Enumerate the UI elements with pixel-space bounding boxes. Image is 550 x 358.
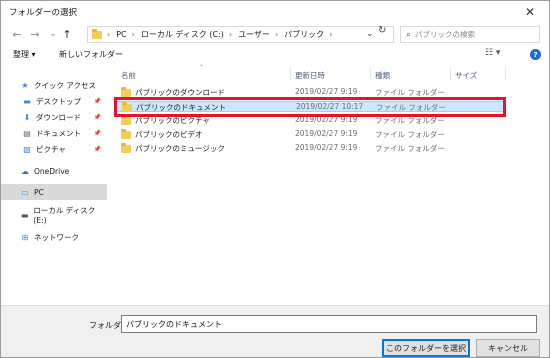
navigation-pane: ★ クイック アクセス ▬ デスクトップ 📌 ⬇ ダウンロード 📌 ▤ ドキュメ… — [1, 65, 107, 305]
breadcrumb-separator[interactable]: › — [275, 30, 278, 39]
nav-item-label: PC — [34, 187, 44, 197]
breadcrumb-public[interactable]: パブリック — [284, 29, 324, 40]
drive-icon: ▬ — [20, 210, 29, 220]
breadcrumb-separator[interactable]: › — [229, 30, 232, 39]
pin-icon[interactable]: 📌 — [94, 146, 101, 153]
sort-ascending-icon: ⌃ — [199, 64, 205, 71]
cloud-icon: ☁ — [21, 166, 29, 176]
file-name: パブリックのミュージック — [135, 144, 225, 153]
breadcrumb-separator[interactable]: › — [329, 30, 332, 39]
window-title: フォルダーの選択 — [9, 8, 78, 18]
close-icon[interactable]: ✕ — [517, 3, 543, 21]
nav-item-pc[interactable]: ▭ PC — [1, 184, 107, 200]
folder-picker-dialog: フォルダーの選択 ✕ ← → ⌄ ↑ › PC › ローカル ディスク (C:)… — [0, 0, 550, 358]
breadcrumb-separator: › — [107, 30, 111, 39]
title-bar: フォルダーの選択 ✕ — [1, 1, 549, 23]
pin-icon[interactable]: 📌 — [94, 98, 101, 105]
address-bar[interactable]: › PC › ローカル ディスク (C:) › ユーザー › パブリック › ⌄ — [87, 26, 394, 43]
column-name[interactable]: 名前 — [121, 70, 136, 81]
change-view-icon[interactable]: ☷ ▾ — [485, 48, 500, 58]
nav-item-label: OneDrive — [34, 166, 70, 176]
up-arrow-icon[interactable]: ↑ — [60, 27, 74, 41]
file-row-videos[interactable]: パブリックのビデオ 2019/02/27 9:19 ファイル フォルダー — [115, 129, 505, 140]
document-icon: ▤ — [23, 128, 31, 138]
nav-item-label: ピクチャ — [36, 144, 66, 154]
select-folder-button[interactable]: このフォルダーを選択 — [382, 339, 470, 357]
folder-icon — [92, 28, 102, 39]
recent-locations-chevron-icon[interactable]: ⌄ — [46, 27, 60, 41]
file-type: ファイル フォルダー — [375, 144, 445, 153]
nav-item-pictures[interactable]: ▨ ピクチャ 📌 — [1, 141, 107, 157]
nav-item-onedrive[interactable]: ☁ OneDrive — [1, 163, 107, 179]
search-box[interactable]: ⌕ — [400, 26, 540, 43]
selection-highlight-frame — [114, 97, 506, 117]
desktop-icon: ▬ — [23, 96, 31, 106]
file-name: パブリックのビデオ — [135, 130, 203, 139]
new-folder-button[interactable]: 新しいフォルダー — [59, 49, 123, 60]
nav-item-label: ネットワーク — [34, 232, 79, 242]
search-input[interactable] — [415, 30, 526, 39]
back-arrow-icon[interactable]: ← — [10, 27, 24, 41]
folder-icon — [121, 129, 131, 139]
dialog-footer: フォルダー: このフォルダーを選択 キャンセル — [1, 305, 549, 357]
nav-item-label: ダウンロード — [36, 112, 81, 122]
breadcrumb-pc[interactable]: PC — [116, 30, 126, 39]
command-bar: 整理 ▾ 新しいフォルダー ☷ ▾ ? — [1, 45, 549, 65]
nav-item-label: ドキュメント — [36, 128, 81, 138]
nav-item-network[interactable]: ⊞ ネットワーク — [1, 229, 107, 245]
star-icon: ★ — [21, 80, 29, 90]
folder-icon — [121, 87, 131, 97]
download-icon: ⬇ — [23, 112, 31, 122]
pin-icon[interactable]: 📌 — [94, 114, 101, 121]
nav-item-label: ローカル ディスク (E:) — [33, 206, 96, 225]
address-row: ← → ⌄ ↑ › PC › ローカル ディスク (C:) › ユーザー › パ… — [1, 23, 549, 45]
folder-name-field[interactable] — [121, 315, 537, 333]
column-header: 名前 ⌃ 更新日時 種類 サイズ — [107, 64, 527, 83]
pin-icon[interactable]: 📌 — [94, 130, 101, 137]
file-date: 2019/02/27 9:19 — [295, 87, 358, 96]
organize-button[interactable]: 整理 ▾ — [13, 49, 36, 60]
folder-icon — [121, 115, 131, 125]
nav-item-desktop[interactable]: ▬ デスクトップ 📌 — [1, 93, 107, 109]
forward-arrow-icon[interactable]: → — [28, 27, 42, 41]
nav-item-downloads[interactable]: ⬇ ダウンロード 📌 — [1, 109, 107, 125]
folder-icon — [121, 143, 131, 153]
cancel-button[interactable]: キャンセル — [476, 339, 540, 357]
refresh-icon[interactable]: ↻ — [378, 25, 386, 36]
search-icon: ⌕ — [406, 29, 412, 40]
column-divider[interactable] — [290, 67, 291, 81]
breadcrumb-users[interactable]: ユーザー — [238, 29, 270, 40]
file-date: 2019/02/27 9:19 — [295, 143, 358, 152]
address-dropdown-chevron-icon[interactable]: ⌄ — [366, 29, 374, 39]
column-divider[interactable] — [450, 67, 451, 81]
column-divider[interactable] — [370, 67, 371, 81]
picture-icon: ▨ — [23, 144, 31, 154]
nav-item-label: クイック アクセス — [34, 80, 97, 90]
computer-icon: ▭ — [21, 187, 29, 197]
breadcrumb-separator[interactable]: › — [132, 30, 135, 39]
column-date-modified[interactable]: 更新日時 — [295, 70, 325, 81]
nav-item-label: デスクトップ — [36, 96, 81, 106]
help-icon[interactable]: ? — [530, 49, 541, 60]
nav-item-documents[interactable]: ▤ ドキュメント 📌 — [1, 125, 107, 141]
nav-item-local-disk-e[interactable]: ▬ ローカル ディスク (E:) — [1, 206, 107, 225]
column-divider[interactable] — [505, 67, 506, 81]
nav-item-quick-access[interactable]: ★ クイック アクセス — [1, 77, 107, 93]
file-date: 2019/02/27 9:19 — [295, 129, 358, 138]
column-type[interactable]: 種類 — [375, 70, 390, 81]
column-size[interactable]: サイズ — [455, 70, 477, 81]
breadcrumb-local-disk-c[interactable]: ローカル ディスク (C:) — [141, 29, 224, 40]
file-type: ファイル フォルダー — [375, 130, 445, 139]
file-row-music[interactable]: パブリックのミュージック 2019/02/27 9:19 ファイル フォルダー — [115, 143, 505, 154]
network-icon: ⊞ — [21, 232, 29, 242]
